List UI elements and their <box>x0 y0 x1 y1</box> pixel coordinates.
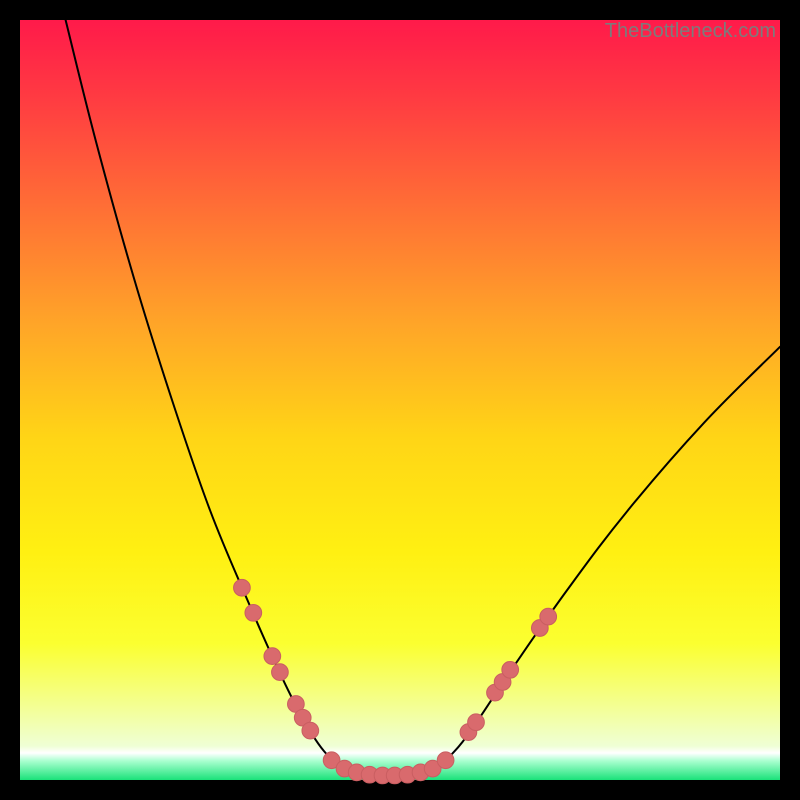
curve-marker <box>272 664 289 681</box>
curve-marker <box>234 579 251 596</box>
curve-marker <box>264 648 281 665</box>
plot-area: TheBottleneck.com <box>20 20 780 780</box>
curve-marker <box>540 608 557 625</box>
watermark-label: TheBottleneck.com <box>605 20 776 43</box>
curve-marker <box>437 752 454 769</box>
chart-frame: TheBottleneck.com <box>20 20 780 780</box>
curve-marker <box>502 661 519 678</box>
curve-marker <box>302 722 319 739</box>
curve-markers <box>234 579 557 783</box>
chart-svg <box>20 20 780 780</box>
bottleneck-curve <box>66 20 780 776</box>
curve-marker <box>468 714 485 731</box>
curve-marker <box>245 604 262 621</box>
